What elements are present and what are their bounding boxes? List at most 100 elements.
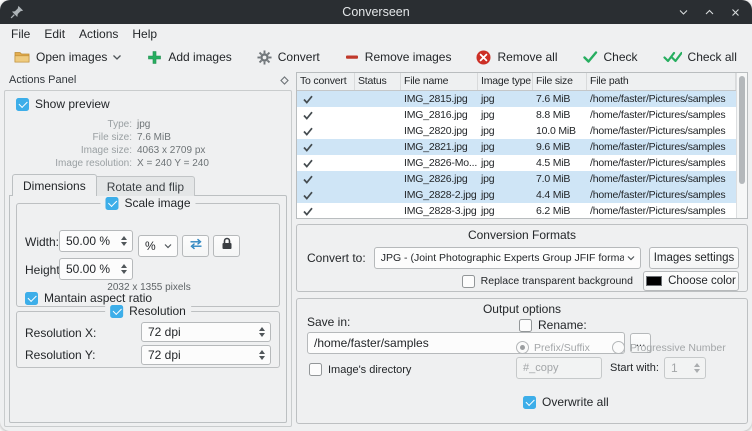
rename-label: Rename: xyxy=(538,318,587,332)
cell-to-convert xyxy=(297,123,355,139)
column-header-file-size[interactable]: File size xyxy=(533,73,587,90)
column-header-status[interactable]: Status xyxy=(355,73,401,90)
table-row[interactable]: IMG_2816.jpgjpg8.8 MiB/home/faster/Pictu… xyxy=(297,107,736,123)
checkbox-box xyxy=(16,98,29,111)
add-images-icon xyxy=(147,50,162,65)
image-info: Type:jpgFile size:7.6 MiBImage size:4063… xyxy=(10,118,280,170)
cell-to-convert xyxy=(297,139,355,155)
open-images-button[interactable]: Open images xyxy=(8,46,128,68)
row-checkbox[interactable] xyxy=(300,159,313,168)
menu-edit[interactable]: Edit xyxy=(37,25,72,43)
radio-circle xyxy=(612,341,625,354)
check-button[interactable]: Check xyxy=(577,47,644,67)
menu-actions[interactable]: Actions xyxy=(72,25,125,43)
show-preview-label: Show preview xyxy=(35,97,110,111)
tab-bar: DimensionsRotate and flip xyxy=(12,174,195,196)
row-checkbox[interactable] xyxy=(300,143,313,152)
tab-rotate-and-flip[interactable]: Rotate and flip xyxy=(97,176,195,196)
column-header-file-path[interactable]: File path xyxy=(587,73,736,90)
maximize-button[interactable] xyxy=(703,6,716,19)
cell-status xyxy=(355,203,401,218)
info-row: Image resolution:X = 240 Y = 240 xyxy=(10,157,280,170)
chevron-down-icon xyxy=(624,255,640,261)
check-all-button[interactable]: Check all xyxy=(657,47,743,67)
convert-gear-icon xyxy=(257,50,272,65)
cell-to-convert xyxy=(297,155,355,171)
toolbar-button-label: Convert xyxy=(278,50,320,64)
menu-help[interactable]: Help xyxy=(125,25,164,43)
cell-image-type: jpg xyxy=(478,203,533,218)
images-directory-checkbox[interactable]: Image's directory xyxy=(309,363,411,376)
show-preview-checkbox[interactable]: Show preview xyxy=(16,97,110,111)
convert-button[interactable]: Convert xyxy=(251,47,326,68)
rename-pattern-input[interactable]: #_copy xyxy=(516,357,602,379)
minimize-button[interactable] xyxy=(677,6,690,19)
info-value: X = 240 Y = 240 xyxy=(137,157,209,170)
table-row[interactable]: IMG_2815.jpgjpg7.6 MiB/home/faster/Pictu… xyxy=(297,91,736,107)
checkbox-box xyxy=(523,396,536,409)
prefix-suffix-radio[interactable]: Prefix/Suffix xyxy=(516,341,590,354)
cell-file-size: 6.2 MiB xyxy=(533,203,587,218)
cell-file-name: IMG_2821.jpg xyxy=(401,139,478,155)
table-row[interactable]: IMG_2826.jpgjpg7.0 MiB/home/faster/Pictu… xyxy=(297,171,736,187)
color-swatch xyxy=(646,276,662,286)
rename-checkbox[interactable]: Rename: xyxy=(519,318,587,332)
choose-color-button[interactable]: Choose color xyxy=(643,271,739,291)
scrollbar-handle[interactable] xyxy=(739,76,745,184)
choose-color-label: Choose color xyxy=(668,275,736,287)
images-settings-button[interactable]: Images settings xyxy=(649,247,739,269)
progressive-number-radio[interactable]: Progressive Number xyxy=(612,341,726,354)
column-header-image-type[interactable]: Image type xyxy=(478,73,533,90)
cell-file-size: 4.4 MiB xyxy=(533,187,587,203)
cell-file-path: /home/faster/Pictures/samples xyxy=(587,123,736,139)
toolbar: Open images Add images Convert Remove image… xyxy=(0,43,752,71)
overwrite-all-checkbox[interactable]: Overwrite all xyxy=(523,395,609,409)
window-title: Converseen xyxy=(342,5,409,19)
format-select[interactable]: JPG - (Joint Photographic Experts Group … xyxy=(374,247,641,269)
menu-file[interactable]: File xyxy=(4,25,37,43)
cell-status xyxy=(355,91,401,107)
close-button[interactable] xyxy=(729,6,742,19)
table-row[interactable]: IMG_2828-2.jpgjpg4.4 MiB/home/faster/Pic… xyxy=(297,187,736,203)
remove-all-button[interactable]: Remove all xyxy=(470,47,563,68)
titlebar[interactable]: Converseen xyxy=(0,0,752,24)
start-with-spinbox[interactable]: 1 xyxy=(664,357,706,379)
conversion-formats-title: Conversion Formats xyxy=(297,228,747,242)
menubar: FileEditActionsHelp xyxy=(0,24,752,43)
info-label: File size: xyxy=(10,131,132,144)
row-checkbox[interactable] xyxy=(300,175,313,184)
info-value: 4063 x 2709 px xyxy=(137,144,205,157)
remove-images-button[interactable]: Remove images xyxy=(339,47,458,67)
float-panel-icon[interactable] xyxy=(280,76,289,85)
row-checkbox[interactable] xyxy=(300,111,313,120)
cell-to-convert xyxy=(297,107,355,123)
column-header-to-convert[interactable]: To convert xyxy=(297,73,355,90)
cell-file-path: /home/faster/Pictures/samples xyxy=(587,107,736,123)
row-checkbox[interactable] xyxy=(300,127,313,136)
cell-image-type: jpg xyxy=(478,139,533,155)
table-row[interactable]: IMG_2826-Mo...jpg4.5 MiB/home/faster/Pic… xyxy=(297,155,736,171)
replace-background-checkbox[interactable]: Replace transparent background xyxy=(462,275,633,288)
add-images-button[interactable]: Add images xyxy=(141,47,237,68)
table-row[interactable]: IMG_2821.jpgjpg9.6 MiB/home/faster/Pictu… xyxy=(297,139,736,155)
images-directory-label: Image's directory xyxy=(328,364,411,376)
column-header-file-name[interactable]: File name xyxy=(401,73,478,90)
toolbar-button-label: Remove images xyxy=(365,50,452,64)
toolbar-button-label: Remove all xyxy=(497,50,557,64)
check-all-icon xyxy=(663,51,682,63)
tab-dimensions[interactable]: Dimensions xyxy=(12,174,97,196)
info-value: 7.6 MiB xyxy=(137,131,171,144)
table-row[interactable]: IMG_2828-3.jpgjpg6.2 MiB/home/faster/Pic… xyxy=(297,203,736,218)
cell-file-name: IMG_2820.jpg xyxy=(401,123,478,139)
table-row[interactable]: IMG_2820.jpgjpg10.0 MiB/home/faster/Pict… xyxy=(297,123,736,139)
table-scrollbar[interactable] xyxy=(736,73,747,218)
conversion-formats-group: Conversion Formats Convert to: JPG - (Jo… xyxy=(296,224,748,292)
row-checkbox[interactable] xyxy=(300,207,313,216)
prefix-suffix-label: Prefix/Suffix xyxy=(534,342,590,354)
cell-file-path: /home/faster/Pictures/samples xyxy=(587,171,736,187)
cell-status xyxy=(355,123,401,139)
cell-image-type: jpg xyxy=(478,107,533,123)
toolbar-button-label: Check xyxy=(604,50,638,64)
row-checkbox[interactable] xyxy=(300,95,313,104)
row-checkbox[interactable] xyxy=(300,191,313,200)
